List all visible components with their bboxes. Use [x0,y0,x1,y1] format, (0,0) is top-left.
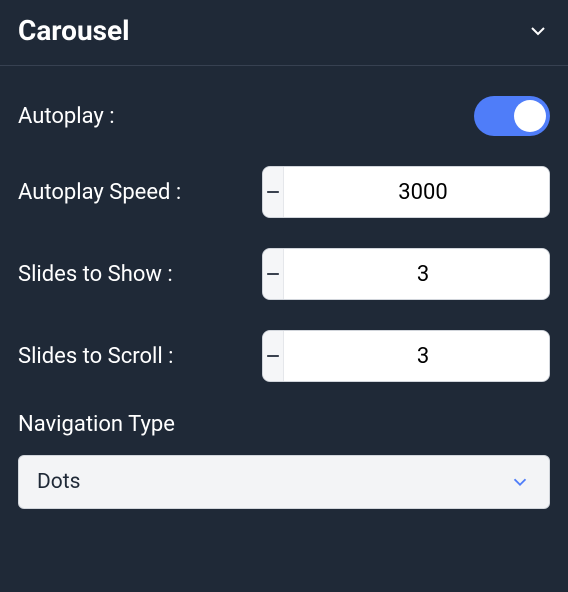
panel-header[interactable]: Carousel [0,0,568,66]
slides-to-scroll-input[interactable] [283,331,550,381]
minus-icon [263,346,283,366]
decrement-button[interactable] [263,249,283,299]
slides-to-show-stepper [262,248,550,300]
navigation-type-label: Navigation Type [18,412,550,437]
slides-to-scroll-stepper [262,330,550,382]
autoplay-speed-row: Autoplay Speed : [18,166,550,218]
navigation-type-value: Dots [37,470,80,494]
autoplay-speed-label: Autoplay Speed : [18,180,181,205]
slides-to-show-row: Slides to Show : [18,248,550,300]
decrement-button[interactable] [263,331,283,381]
autoplay-toggle[interactable] [474,96,550,136]
autoplay-speed-input[interactable] [283,167,550,217]
minus-icon [263,264,283,284]
toggle-knob [514,100,546,132]
panel-body: Autoplay : Autoplay Speed : Slides to Sh… [0,66,568,527]
decrement-button[interactable] [263,167,283,217]
slides-to-show-label: Slides to Show : [18,262,173,287]
slides-to-scroll-row: Slides to Scroll : [18,330,550,382]
minus-icon [263,182,283,202]
autoplay-label: Autoplay : [18,104,115,129]
chevron-down-icon [509,471,531,493]
slides-to-show-input[interactable] [283,249,550,299]
slides-to-scroll-label: Slides to Scroll : [18,344,173,369]
autoplay-row: Autoplay : [18,96,550,136]
chevron-down-icon[interactable] [526,19,550,43]
panel-title: Carousel [18,14,130,47]
navigation-type-select[interactable]: Dots [18,455,550,509]
autoplay-speed-stepper [262,166,550,218]
